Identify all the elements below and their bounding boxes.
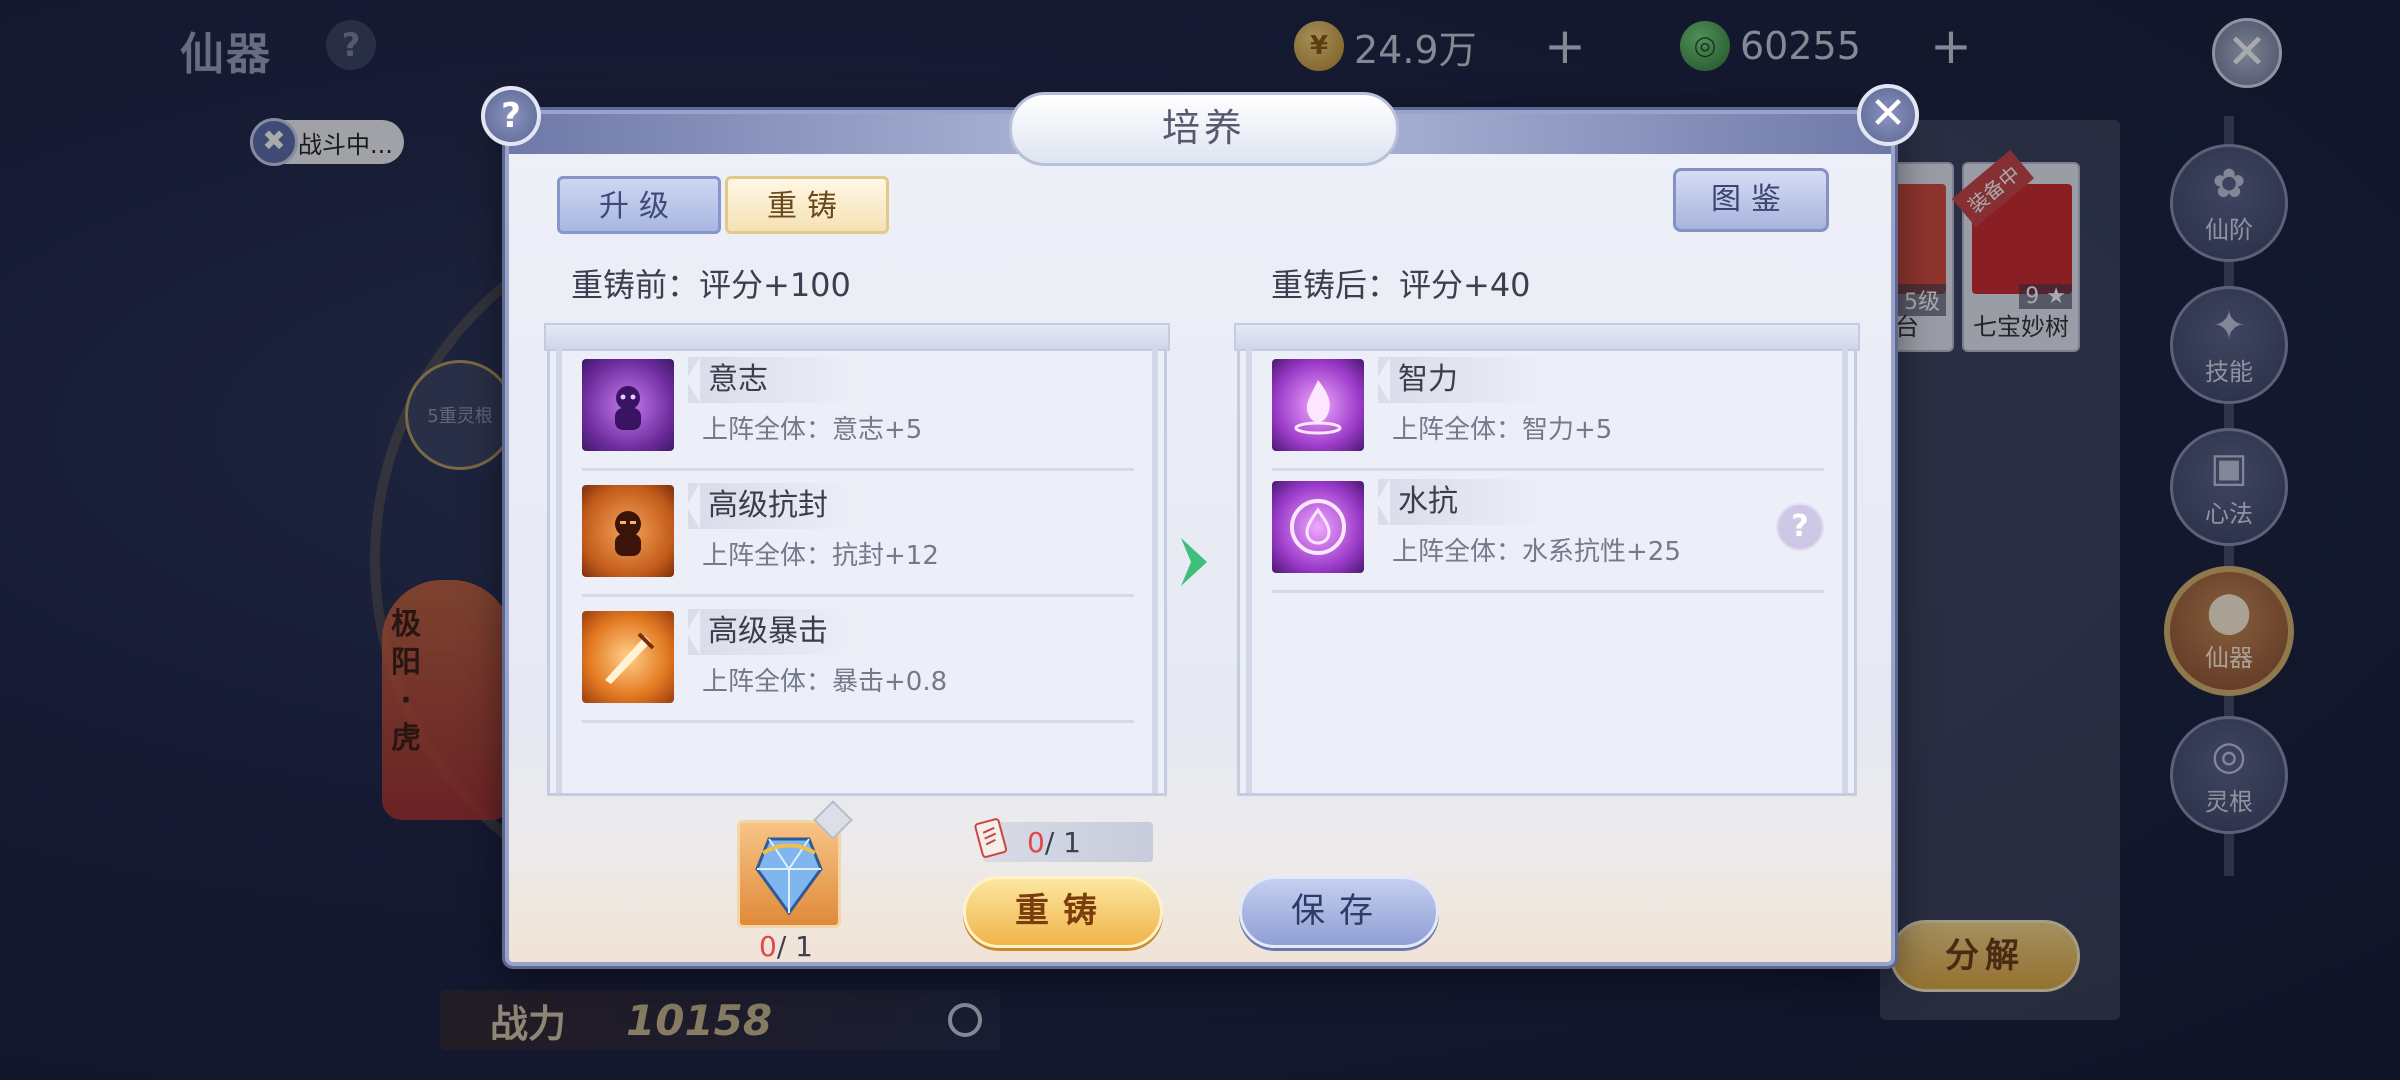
intelligence-icon (1272, 359, 1364, 451)
seal-resist-icon (582, 485, 674, 577)
dialog-title: 培养 (1009, 92, 1399, 166)
score-after: 重铸后：评分+40 (1271, 266, 1531, 304)
reforge-material-slot[interactable] (737, 820, 841, 928)
dialog-close-button[interactable]: ✕ (1857, 84, 1919, 146)
attribute-row: 水抗 上阵全体：水系抗性+25 ? (1272, 469, 1824, 593)
attribute-row: 意志 上阵全体：意志+5 (582, 347, 1134, 471)
attribute-desc: 上阵全体：暴击+0.8 (702, 667, 948, 697)
tab-reforge[interactable]: 重铸 (725, 176, 889, 234)
attribute-name: 水抗 (1376, 479, 1548, 525)
save-button[interactable]: 保存 (1239, 876, 1439, 948)
attribute-desc: 上阵全体：水系抗性+25 (1392, 537, 1681, 567)
arrow-right-icon (1181, 538, 1207, 586)
attribute-name: 高级暴击 (686, 609, 858, 655)
scroll-cost: 0/ 1 (974, 818, 1153, 862)
attribute-row: 高级抗封 上阵全体：抗封+12 (582, 473, 1134, 597)
scroll-owned: 0 (1027, 825, 1045, 859)
material-required: / 1 (776, 930, 813, 963)
attribute-desc: 上阵全体：意志+5 (702, 415, 923, 445)
attribute-name: 高级抗封 (686, 483, 858, 529)
attribute-desc: 上阵全体：抗封+12 (702, 541, 939, 571)
attribute-name: 智力 (1376, 357, 1548, 403)
score-before: 重铸前：评分+100 (571, 266, 851, 304)
material-count: 0/ 1 (759, 930, 813, 963)
water-resist-icon (1272, 481, 1364, 573)
attribute-desc: 上阵全体：智力+5 (1392, 415, 1613, 445)
codex-button[interactable]: 图鉴 (1673, 168, 1829, 232)
attributes-after-panel: 智力 上阵全体：智力+5 水抗 上阵全体：水系抗性+25 ? (1234, 323, 1860, 796)
reforge-button[interactable]: 重铸 (963, 876, 1163, 948)
scroll-required: / 1 (1044, 825, 1081, 859)
material-owned: 0 (759, 930, 777, 963)
attribute-row: 智力 上阵全体：智力+5 (1272, 347, 1824, 471)
reforge-dialog: 培养 ? ✕ 升级 重铸 图鉴 重铸前：评分+100 重铸后：评分+40 意志 … (481, 84, 1919, 966)
scroll-count-text: 0/ 1 (1027, 826, 1081, 859)
dialog-footer-decoration (509, 852, 1891, 962)
attribute-name: 意志 (686, 357, 858, 403)
attributes-before-panel: 意志 上阵全体：意志+5 高级抗封 上阵全体：抗封+12 高级暴击 上阵全体：暴… (544, 323, 1170, 796)
dialog-help-icon[interactable]: ? (481, 86, 541, 146)
willpower-icon (582, 359, 674, 451)
crystal-icon (755, 837, 823, 916)
reforge-scroll-icon (974, 818, 1008, 858)
tab-upgrade[interactable]: 升级 (557, 176, 721, 234)
attribute-row: 高级暴击 上阵全体：暴击+0.8 (582, 599, 1134, 723)
attribute-help-icon[interactable]: ? (1776, 503, 1824, 551)
critical-strike-icon (582, 611, 674, 703)
